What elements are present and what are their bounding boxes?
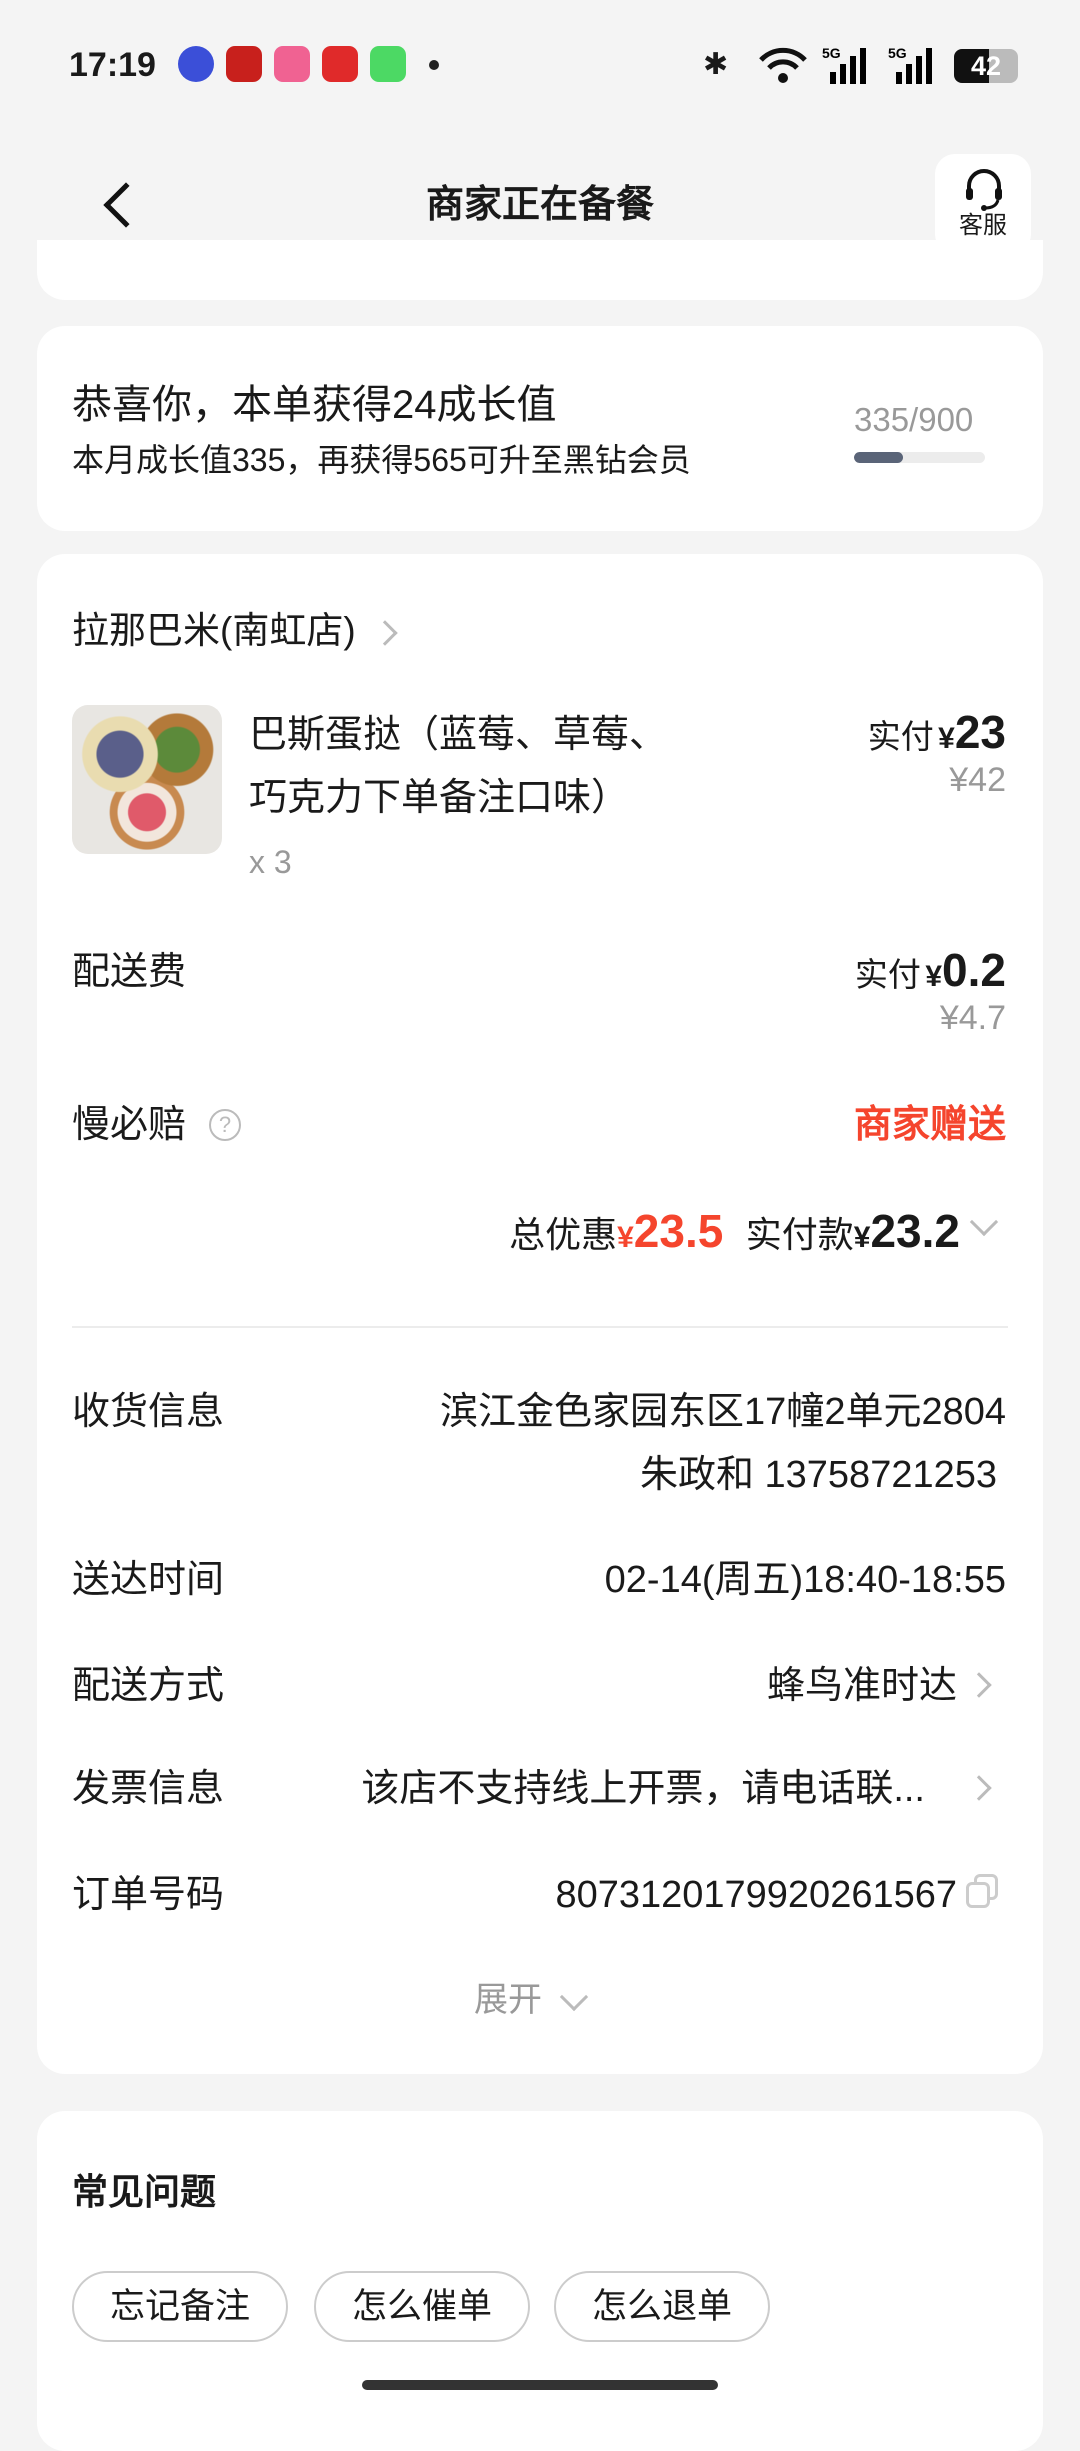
paid-amount: 23 xyxy=(955,706,1006,758)
discount-label: 总优惠 xyxy=(509,1214,617,1255)
faq-item-urge-order[interactable]: 怎么催单 xyxy=(314,2271,530,2342)
product-quantity: x 3 xyxy=(249,837,292,887)
delivery-fee-label: 配送费 xyxy=(72,947,186,997)
customer-service-button[interactable]: 客服 xyxy=(935,154,1031,254)
app-notification-icon xyxy=(178,46,214,82)
faq-title: 常见问题 xyxy=(72,2167,216,2217)
bluetooth-icon: ✱ xyxy=(703,50,728,80)
product-name-line2: 巧克力下单备注口味） xyxy=(249,773,629,823)
product-image[interactable] xyxy=(72,705,222,854)
divider xyxy=(72,1326,1008,1328)
total-paid-currency: ¥ xyxy=(854,1221,871,1254)
signal-5g-icon: 5G xyxy=(822,44,874,84)
svg-text:5G: 5G xyxy=(822,45,841,61)
tmall-notification-icon xyxy=(322,46,358,82)
page-title: 商家正在备餐 xyxy=(0,180,1080,230)
discount-amount: 23.5 xyxy=(634,1205,724,1257)
order-number-value: 8073120179920261567 xyxy=(555,1870,957,1920)
total-paid-label: 实付款 xyxy=(746,1214,854,1255)
delivery-method-label: 配送方式 xyxy=(72,1661,224,1711)
slow-compensation-value: 商家赠送 xyxy=(854,1100,1006,1150)
growth-progress-bar xyxy=(854,452,985,463)
svg-text:5G: 5G xyxy=(888,45,907,61)
delivery-time-label: 送达时间 xyxy=(72,1555,224,1605)
expand-button[interactable]: 展开 xyxy=(474,1975,584,2025)
wifi-icon xyxy=(758,46,808,84)
home-indicator[interactable] xyxy=(362,2380,718,2390)
delivery-time-value: 02-14(周五)18:40-18:55 xyxy=(605,1555,1006,1605)
faq-item-cancel-order[interactable]: 怎么退单 xyxy=(554,2271,770,2342)
signal-5g-icon: 5G xyxy=(888,44,940,84)
battery-level: 42 xyxy=(971,51,1001,81)
app-notification-icon xyxy=(274,46,310,82)
address-label: 收货信息 xyxy=(72,1387,224,1437)
address-value: 滨江金色家园东区17幢2单元2804 xyxy=(440,1387,1006,1437)
status-card xyxy=(37,240,1043,300)
growth-progress-text: 335/900 xyxy=(854,395,973,445)
contact-value: 朱政和 13758721253 xyxy=(640,1450,997,1500)
discount-currency: ¥ xyxy=(617,1221,634,1254)
battery-icon: 42 xyxy=(954,49,1018,83)
chevron-down-icon xyxy=(560,1983,588,2011)
total-paid-amount: 23.2 xyxy=(870,1205,960,1257)
growth-title: 恭喜你，本单获得24成长值 xyxy=(72,380,557,430)
growth-subtitle: 本月成长值335，再获得565可升至黑钻会员 xyxy=(72,435,691,485)
product-original-price: ¥42 xyxy=(949,755,1006,805)
growth-progress-fill xyxy=(854,452,903,463)
invoice-value[interactable]: 该店不支持线上开票，请电话联... xyxy=(361,1764,925,1814)
order-summary[interactable]: 总优惠¥23.5 实付款¥23.2 xyxy=(509,1203,960,1259)
slow-compensation-label: 慢必赔 xyxy=(72,1100,186,1150)
invoice-label: 发票信息 xyxy=(72,1764,224,1814)
store-link[interactable]: 拉那巴米(南虹店) xyxy=(72,606,394,656)
chevron-right-icon xyxy=(372,620,397,645)
paid-label: 实付 xyxy=(855,956,921,993)
delivery-method-value[interactable]: 蜂鸟准时达 xyxy=(767,1661,957,1711)
order-number-label: 订单号码 xyxy=(72,1870,224,1920)
product-name-line1: 巴斯蛋挞（蓝莓、草莓、 xyxy=(249,710,667,760)
messages-notification-icon xyxy=(370,46,406,82)
help-question-icon[interactable]: ? xyxy=(209,1109,241,1141)
copy-icon[interactable] xyxy=(966,1874,1000,1908)
store-name: 拉那巴米(南虹店) xyxy=(72,610,356,651)
currency-symbol: ¥ xyxy=(925,960,942,993)
paid-amount: 0.2 xyxy=(942,944,1006,996)
expand-label: 展开 xyxy=(474,1981,542,2019)
product-paid: 实付 ¥23 xyxy=(868,704,1006,760)
delivery-fee-original: ¥4.7 xyxy=(940,993,1006,1043)
paid-label: 实付 xyxy=(868,718,934,755)
app-notification-icon xyxy=(226,46,262,82)
currency-symbol: ¥ xyxy=(938,722,955,755)
faq-item-forgot-note[interactable]: 忘记备注 xyxy=(72,2271,288,2342)
status-time: 17:19 xyxy=(69,40,156,90)
more-dot-icon xyxy=(429,60,439,70)
delivery-fee-paid: 实付 ¥0.2 xyxy=(855,942,1006,998)
